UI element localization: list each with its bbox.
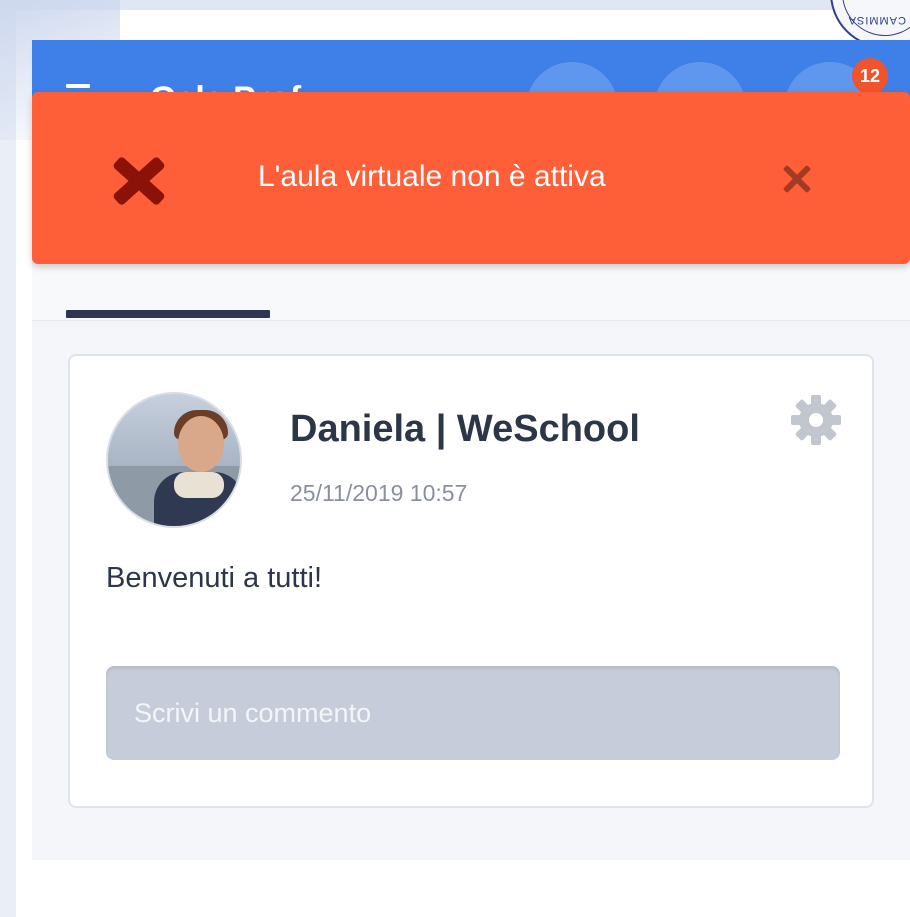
background-top-band bbox=[0, 0, 910, 10]
post-author[interactable]: Daniela | WeSchool bbox=[290, 408, 640, 451]
seal-text: S. CAMMISA bbox=[847, 14, 910, 26]
tab-bar bbox=[32, 268, 910, 321]
error-x-icon bbox=[104, 148, 174, 212]
comment-input[interactable] bbox=[106, 666, 840, 760]
gear-icon[interactable] bbox=[790, 394, 842, 446]
error-toast: L'aula virtuale non è attiva bbox=[32, 92, 910, 264]
post-card: Daniela | WeSchool 25/11/2019 10:57 Benv… bbox=[68, 354, 874, 808]
avatar[interactable] bbox=[106, 392, 242, 528]
post-timestamp: 25/11/2019 10:57 bbox=[290, 480, 468, 506]
close-icon[interactable] bbox=[780, 162, 812, 196]
post-body: Benvenuti a tutti! bbox=[106, 562, 323, 594]
toast-message: L'aula virtuale non è attiva bbox=[258, 160, 606, 193]
comment-field-container bbox=[106, 666, 840, 760]
notification-badge: 12 bbox=[852, 58, 888, 94]
active-tab-indicator[interactable] bbox=[66, 310, 270, 318]
